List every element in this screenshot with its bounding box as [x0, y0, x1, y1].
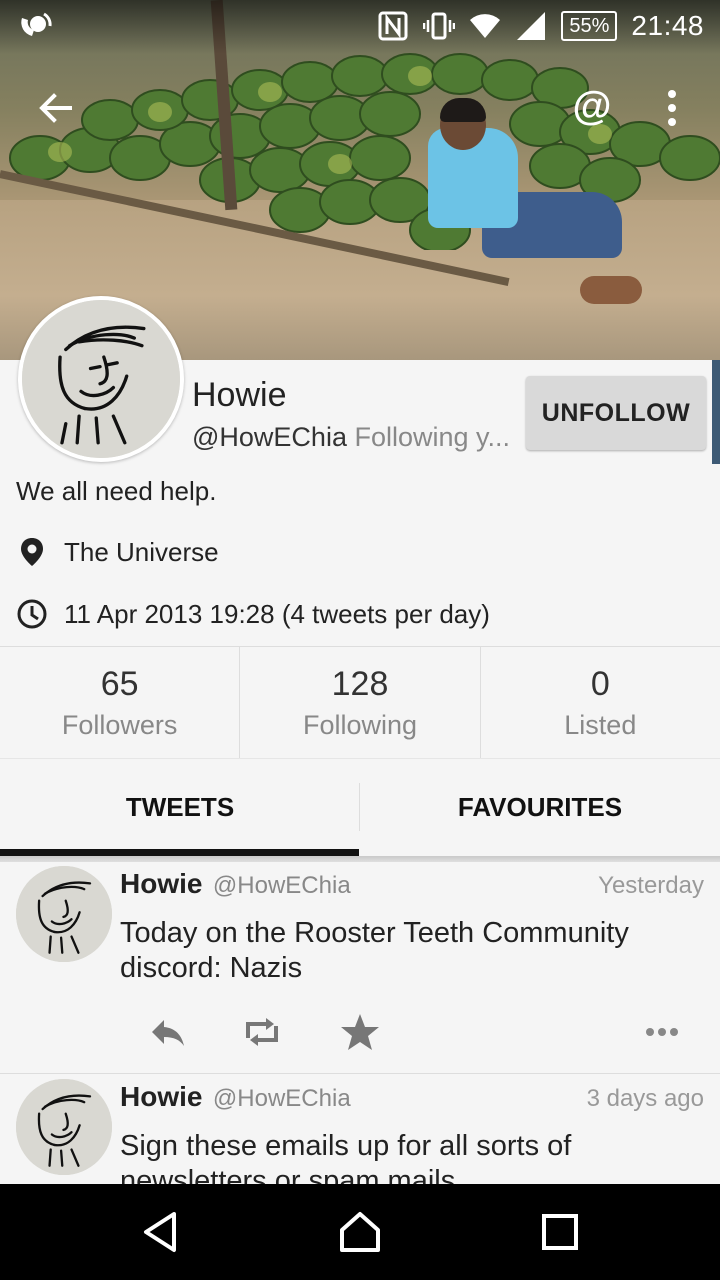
tweet-time: 3 days ago: [586, 1085, 704, 1112]
at-sign-icon[interactable]: @: [568, 82, 616, 130]
location-row: The Universe: [16, 534, 219, 570]
more-vert-icon[interactable]: [650, 84, 694, 132]
nav-home-icon[interactable]: [336, 1208, 384, 1256]
tweet-header: Howie @HowEChia 3 days ago: [120, 1081, 704, 1115]
stat-label: Following: [302, 710, 418, 740]
profile-handle: @HowEChia: [192, 422, 347, 452]
system-navigation-bar: [0, 1184, 720, 1280]
profile-bio: We all need help.: [16, 476, 217, 506]
tweet-author-handle: @HowEChia: [212, 1085, 351, 1112]
stat-value: 65: [100, 665, 139, 703]
edge-scroll-indicator: [712, 360, 720, 464]
nav-back-icon[interactable]: [136, 1208, 184, 1256]
more-horiz-icon[interactable]: [640, 1010, 684, 1054]
profile-location: The Universe: [64, 536, 219, 567]
action-bar: @: [0, 76, 720, 136]
wifi-icon: [470, 14, 501, 38]
tab-tweets[interactable]: TWEETS: [0, 759, 360, 856]
notification-app-icon: [21, 12, 52, 36]
stat-value: 128: [331, 665, 389, 703]
profile-handle-line: @HowEChia Following y...: [192, 422, 512, 453]
tweet-time: Yesterday: [598, 872, 704, 899]
clock-icon: [17, 599, 47, 629]
tweet-avatar[interactable]: [16, 1079, 112, 1175]
follow-status: Following y...: [354, 422, 511, 452]
tweet-author-handle: @HowEChia: [212, 872, 351, 899]
profile-joined: 11 Apr 2013 19:28 (4 tweets per day): [64, 598, 490, 629]
tweet-item[interactable]: Howie @HowEChia Yesterday Today on the R…: [0, 862, 720, 1074]
battery-level: 55%: [561, 11, 618, 41]
nfc-icon: [378, 11, 408, 41]
reply-icon[interactable]: [146, 1010, 190, 1054]
tweet-author-name: Howie: [120, 868, 203, 899]
avatar[interactable]: [18, 296, 184, 462]
joined-row: 11 Apr 2013 19:28 (4 tweets per day): [16, 596, 490, 632]
vibrate-icon: [423, 12, 456, 40]
tweet-text: Sign these emails up for all sorts of ne…: [120, 1130, 572, 1185]
star-icon[interactable]: [338, 1010, 382, 1054]
profile-name: Howie: [192, 376, 287, 414]
signal-icon: [517, 12, 546, 40]
arrow-left-icon[interactable]: [32, 84, 80, 132]
clock-time: 21:48: [631, 10, 704, 41]
tweet-item[interactable]: Howie @HowEChia 3 days ago Sign these em…: [0, 1075, 720, 1185]
stat-label: Listed: [564, 710, 637, 740]
stat-followers[interactable]: 65 Followers: [0, 647, 241, 758]
tweet-actions: [120, 1010, 704, 1054]
stat-label: Followers: [61, 710, 178, 740]
profile-header: Howie @HowEChia Following y... UNFOLLOW …: [0, 296, 720, 646]
location-pin-icon: [21, 538, 43, 566]
tweet-header: Howie @HowEChia Yesterday: [120, 868, 704, 902]
tweet-avatar[interactable]: [16, 866, 112, 962]
nav-recents-icon[interactable]: [536, 1208, 584, 1256]
unfollow-button[interactable]: UNFOLLOW: [526, 376, 706, 450]
profile-stats: 65 Followers 128 Following 0 Listed: [0, 646, 720, 758]
stat-value: 0: [590, 665, 610, 703]
tab-selected-indicator: [0, 849, 359, 856]
tab-divider: [359, 783, 360, 831]
status-bar: 55% 21:48: [0, 0, 720, 50]
stat-listed[interactable]: 0 Listed: [481, 647, 720, 758]
tweet-author-name: Howie: [120, 1081, 203, 1112]
profile-tabs: TWEETS FAVOURITES: [0, 758, 720, 856]
tab-favourites[interactable]: FAVOURITES: [360, 759, 720, 856]
stat-following[interactable]: 128 Following: [240, 647, 481, 758]
retweet-icon[interactable]: [240, 1010, 284, 1054]
tweet-text: Today on the Rooster Teeth Community dis…: [120, 917, 629, 984]
